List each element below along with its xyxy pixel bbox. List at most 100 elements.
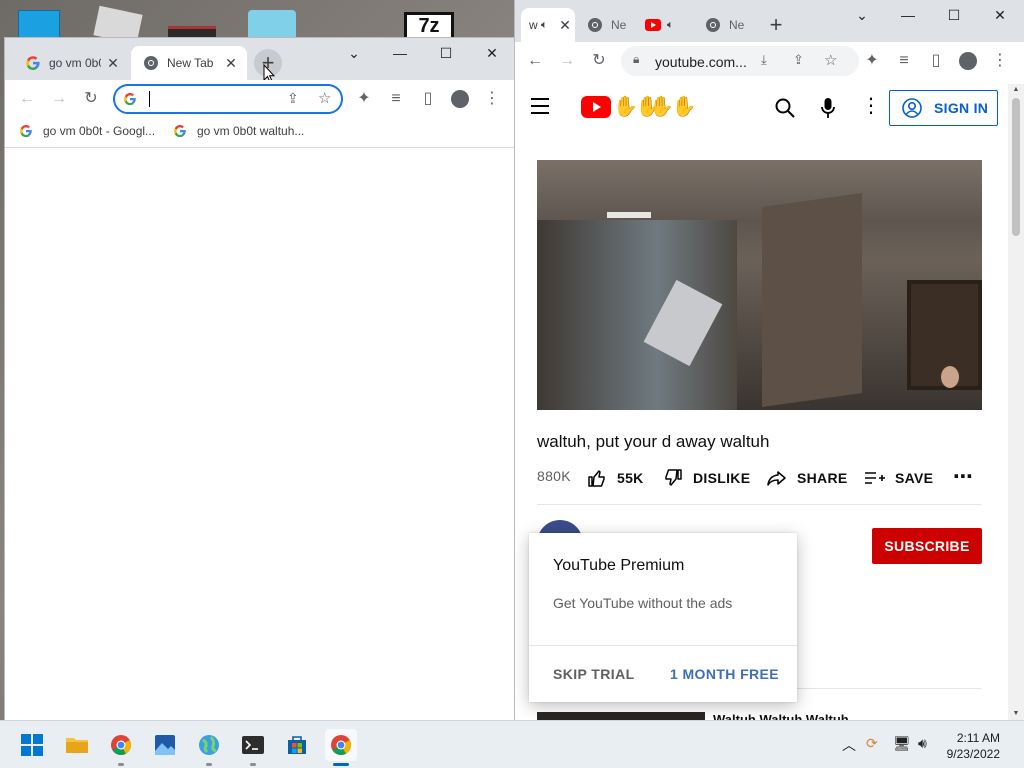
video-player[interactable] [537, 160, 982, 410]
scroll-up-icon[interactable]: ▲ [1008, 84, 1024, 96]
maps-button[interactable] [193, 729, 225, 766]
share-icon[interactable]: ⇪ [287, 90, 299, 107]
minimize-button[interactable]: — [377, 38, 423, 68]
thumbs-down-icon [665, 469, 682, 486]
extensions-icon[interactable]: ✦ [858, 47, 886, 75]
youtube-logo-icon[interactable] [581, 96, 611, 118]
chrome-taskbar-button-active[interactable] [325, 729, 357, 766]
tab-new-tab[interactable]: New Tab ✕ [131, 46, 247, 80]
side-panel-icon[interactable]: ▯ [922, 47, 950, 75]
microphone-icon[interactable] [821, 97, 835, 119]
close-tab-icon[interactable]: ✕ [223, 55, 239, 71]
share-icon[interactable]: ⇪ [793, 52, 804, 68]
bookmark-item[interactable]: go vm 0b0t waltuh... [173, 124, 304, 138]
sign-in-button[interactable]: SIGN IN [889, 90, 998, 126]
address-input[interactable] [145, 90, 265, 108]
more-actions-icon[interactable]: ⋯ [953, 464, 973, 489]
new-tab-button[interactable]: + [762, 11, 790, 39]
search-icon[interactable] [775, 98, 795, 118]
bookmarks-bar: go vm 0b0t - Googl... go vm 0b0t waltuh.… [5, 117, 515, 148]
tab-search-icon[interactable]: ⌄ [839, 0, 885, 30]
start-button[interactable] [16, 729, 48, 761]
volume-icon[interactable]: 🔊︎ [918, 735, 927, 752]
tab-youtube-playing[interactable]: w 🔈︎ ✕ [521, 8, 575, 42]
bookmark-item[interactable]: go vm 0b0t - Googl... [19, 124, 155, 138]
like-count: 55K [617, 470, 644, 486]
scrollbar-thumb[interactable] [1012, 98, 1020, 236]
page-scrollbar[interactable]: ▲ ▼ [1008, 84, 1024, 720]
network-icon[interactable]: 🖥︎ [893, 735, 911, 752]
minimize-button[interactable]: — [885, 0, 931, 30]
more-options-icon[interactable]: ⋮ [861, 96, 881, 116]
store-icon [288, 736, 306, 754]
save-button[interactable]: SAVE [863, 468, 933, 488]
back-icon[interactable]: ← [13, 85, 41, 113]
new-tab-page [5, 149, 515, 720]
back-icon[interactable]: ← [521, 47, 549, 75]
youtube-icon [645, 19, 661, 31]
side-panel-icon[interactable]: ▯ [414, 85, 442, 113]
terminal-button[interactable] [237, 729, 269, 766]
media-control-icon[interactable]: ≡ [382, 85, 410, 113]
update-sync-icon[interactable]: ⟳ [866, 735, 878, 752]
month-free-button[interactable]: 1 MONTH FREE [670, 666, 779, 682]
tab-strip: go vm 0b0t ✕ New Tab ✕ + ⌄ — ☐ ✕ [5, 38, 515, 83]
system-clock[interactable]: 2:11 AM 9/23/2022 [947, 730, 1000, 762]
lock-icon[interactable]: 🔒︎ [633, 52, 639, 67]
speaker-icon[interactable]: 🔈︎ [541, 19, 548, 32]
scroll-down-icon[interactable]: ▼ [1008, 708, 1024, 720]
share-button[interactable]: SHARE [767, 468, 848, 488]
terminal-icon [242, 736, 264, 754]
maximize-button[interactable]: ☐ [423, 38, 469, 68]
tab-title: w [529, 18, 538, 32]
close-tab-icon[interactable]: ✕ [105, 55, 121, 71]
tab-go-vm[interactable]: go vm 0b0t ✕ [13, 46, 129, 80]
tab-search-icon[interactable]: ⌄ [331, 38, 377, 68]
close-window-button[interactable]: ✕ [469, 38, 515, 68]
tab-youtube[interactable]: 🔈︎ [643, 8, 695, 42]
forward-icon[interactable]: → [553, 47, 581, 75]
bookmark-star-icon[interactable]: ☆ [318, 89, 331, 107]
tab-new-tab[interactable]: Ne [703, 8, 755, 42]
chrome-icon [111, 735, 131, 756]
omnibox[interactable]: 🔒︎ youtube.com... ⤓ ⇪ ☆ [621, 46, 859, 76]
media-control-icon[interactable]: ≡ [890, 47, 918, 75]
dislike-button[interactable]: DISLIKE [663, 468, 750, 488]
store-button[interactable] [281, 729, 313, 761]
clock-date: 9/23/2022 [946, 747, 1000, 761]
subscribe-button[interactable]: SUBSCRIBE [872, 528, 982, 564]
chrome-icon [331, 735, 351, 756]
profile-avatar-icon[interactable] [954, 47, 982, 75]
chrome-taskbar-button[interactable] [105, 729, 137, 766]
speaker-icon[interactable]: 🔈︎ [667, 19, 674, 32]
close-tab-icon[interactable]: ✕ [557, 17, 573, 33]
omnibox[interactable]: ⇪ ☆ [113, 84, 343, 114]
like-button[interactable]: 55K [587, 468, 644, 488]
close-window-button[interactable]: ✕ [977, 0, 1023, 30]
folder-icon [66, 738, 88, 753]
youtube-header: ✋✋ ✋✋ ⋮ SIGN IN [515, 84, 1008, 132]
file-explorer-button[interactable] [61, 729, 93, 761]
running-indicator [333, 763, 349, 766]
chevron-up-icon[interactable]: ︿ [842, 735, 856, 755]
install-app-icon[interactable]: ⤓ [761, 52, 767, 68]
desktop-shortcut-icon[interactable] [248, 10, 296, 40]
doodle-hands-icon[interactable]: ✋✋ [649, 94, 697, 119]
next-video-title[interactable]: Waltuh Waltuh Waltuh [713, 712, 849, 720]
profile-avatar-icon[interactable] [446, 85, 474, 113]
desktop-shortcut-icon[interactable] [18, 10, 60, 40]
forward-icon[interactable]: → [45, 85, 73, 113]
next-video-thumbnail[interactable] [537, 712, 705, 720]
chrome-menu-icon[interactable]: ⋮ [986, 47, 1014, 75]
photos-button[interactable] [149, 729, 181, 761]
7zip-icon[interactable]: 7z [404, 12, 454, 40]
reload-icon[interactable]: ↻ [77, 85, 105, 113]
reload-icon[interactable]: ↻ [585, 47, 613, 75]
hamburger-menu-icon[interactable] [531, 98, 549, 114]
extensions-icon[interactable]: ✦ [350, 85, 378, 113]
tab-new-tab[interactable]: Ne [583, 8, 635, 42]
maximize-button[interactable]: ☐ [931, 0, 977, 30]
bookmark-star-icon[interactable]: ☆ [824, 51, 837, 69]
skip-trial-button[interactable]: SKIP TRIAL [553, 666, 635, 682]
chrome-menu-icon[interactable]: ⋮ [478, 85, 506, 113]
